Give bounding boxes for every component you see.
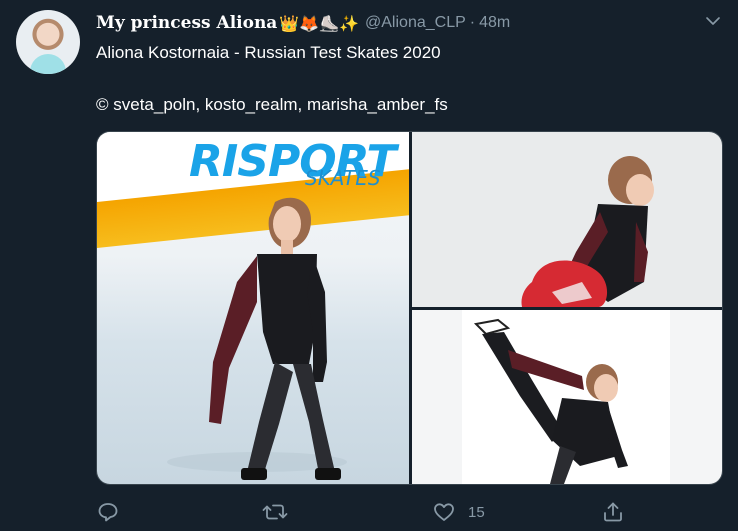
chevron-down-icon [706,17,720,25]
retweet-button[interactable] [262,498,300,526]
skater-figure-spiral [473,318,628,484]
like-button[interactable]: 15 [432,498,485,526]
tweet-credit-line: © sveta_poln, kosto_realm, marisha_amber… [96,95,448,114]
like-icon [434,503,454,521]
tweet-actions: 15 [96,498,636,526]
display-name[interactable]: My princess Aliona [96,13,277,33]
photo-skater-rink[interactable]: RISPORT SKATES [97,132,409,484]
avatar[interactable] [16,10,80,74]
skater-figure [167,197,347,480]
retweet-icon [262,504,288,520]
user-handle[interactable]: @Aliona_CLP [365,14,466,32]
photo-skater-spiral[interactable] [412,310,722,484]
share-icon [604,502,622,522]
timestamp[interactable]: 48m [479,14,510,32]
more-options-button[interactable] [700,8,726,34]
reply-icon [98,503,118,522]
like-count: 15 [468,503,485,521]
tweet-card[interactable]: My princess Aliona 👑🦊⛸️✨ @Aliona_CLP · 4… [0,0,738,531]
name-emojis: 👑🦊⛸️✨ [279,13,360,33]
tweet-text-line: Aliona Kostornaia - Russian Test Skates … [96,43,441,62]
separator-dot: · [469,14,476,31]
tweet-text: Aliona Kostornaia - Russian Test Skates … [96,42,716,116]
tweet-header: My princess Aliona 👑🦊⛸️✨ @Aliona_CLP · 4… [96,12,510,34]
media-grid[interactable]: RISPORT SKATES [96,131,723,485]
avatar-shirt [30,54,66,74]
share-button[interactable] [601,498,637,526]
skater-figure-side [521,156,654,307]
reply-button[interactable] [96,498,132,526]
photo-skater-side[interactable] [412,132,722,307]
